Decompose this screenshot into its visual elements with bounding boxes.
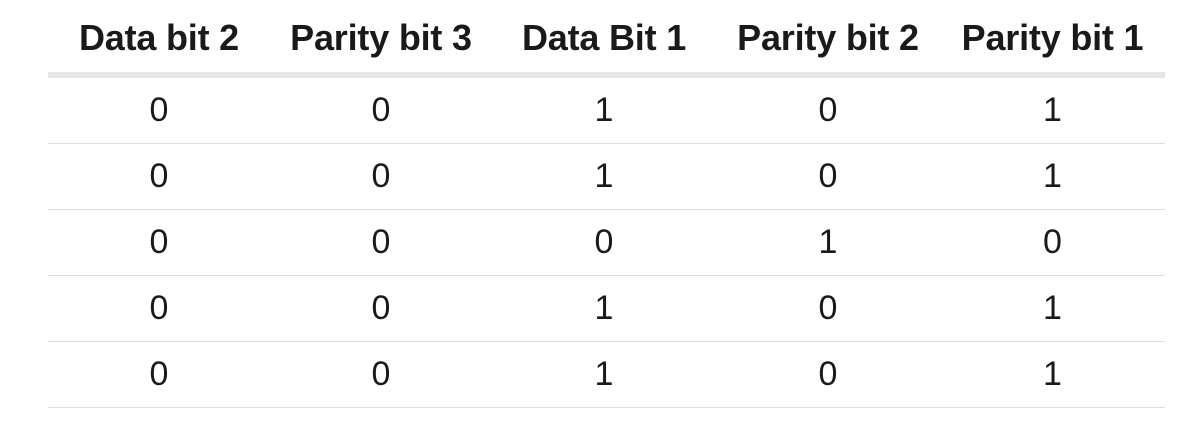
table-cell: 0 xyxy=(270,341,492,408)
table-cell: 0 xyxy=(48,143,270,210)
table-cell: 1 xyxy=(492,75,716,144)
table-cell: 1 xyxy=(940,341,1165,408)
column-header-parity-bit-2: Parity bit 2 xyxy=(716,0,940,78)
table-cell: 1 xyxy=(940,143,1165,210)
column-header-parity-bit-3: Parity bit 3 xyxy=(270,0,492,78)
parity-table-container: Data bit 2 Parity bit 3 Data Bit 1 Parit… xyxy=(48,0,1165,408)
table-cell: 1 xyxy=(492,341,716,408)
table-cell: 0 xyxy=(940,209,1165,276)
table-cell: 0 xyxy=(270,75,492,144)
table-cell: 1 xyxy=(940,75,1165,144)
table-cell: 1 xyxy=(716,209,940,276)
table-cell: 1 xyxy=(492,275,716,342)
header-row: Data bit 2 Parity bit 3 Data Bit 1 Parit… xyxy=(48,0,1165,78)
column-header-data-bit-1: Data Bit 1 xyxy=(492,0,716,78)
table-cell: 0 xyxy=(716,75,940,144)
table-row: 0 0 1 0 1 xyxy=(48,275,1165,342)
table-cell: 0 xyxy=(270,143,492,210)
table-cell: 0 xyxy=(492,209,716,276)
table-header: Data bit 2 Parity bit 3 Data Bit 1 Parit… xyxy=(48,0,1165,78)
table-row: 0 0 1 0 1 xyxy=(48,75,1165,144)
table-row: 0 0 0 1 0 xyxy=(48,209,1165,276)
table-cell: 0 xyxy=(48,275,270,342)
table-cell: 0 xyxy=(716,275,940,342)
table-body: 0 0 1 0 1 0 0 1 0 1 0 0 0 1 0 0 0 1 0 1 … xyxy=(48,75,1165,408)
column-header-parity-bit-1: Parity bit 1 xyxy=(940,0,1165,78)
table-cell: 0 xyxy=(270,209,492,276)
table-cell: 1 xyxy=(940,275,1165,342)
table-cell: 0 xyxy=(716,341,940,408)
table-cell: 0 xyxy=(48,209,270,276)
table-cell: 0 xyxy=(716,143,940,210)
column-header-data-bit-2: Data bit 2 xyxy=(48,0,270,78)
table-row: 0 0 1 0 1 xyxy=(48,341,1165,408)
table-row: 0 0 1 0 1 xyxy=(48,143,1165,210)
table-cell: 0 xyxy=(48,75,270,144)
table-cell: 1 xyxy=(492,143,716,210)
table-cell: 0 xyxy=(48,341,270,408)
table-cell: 0 xyxy=(270,275,492,342)
parity-table: Data bit 2 Parity bit 3 Data Bit 1 Parit… xyxy=(48,0,1165,408)
